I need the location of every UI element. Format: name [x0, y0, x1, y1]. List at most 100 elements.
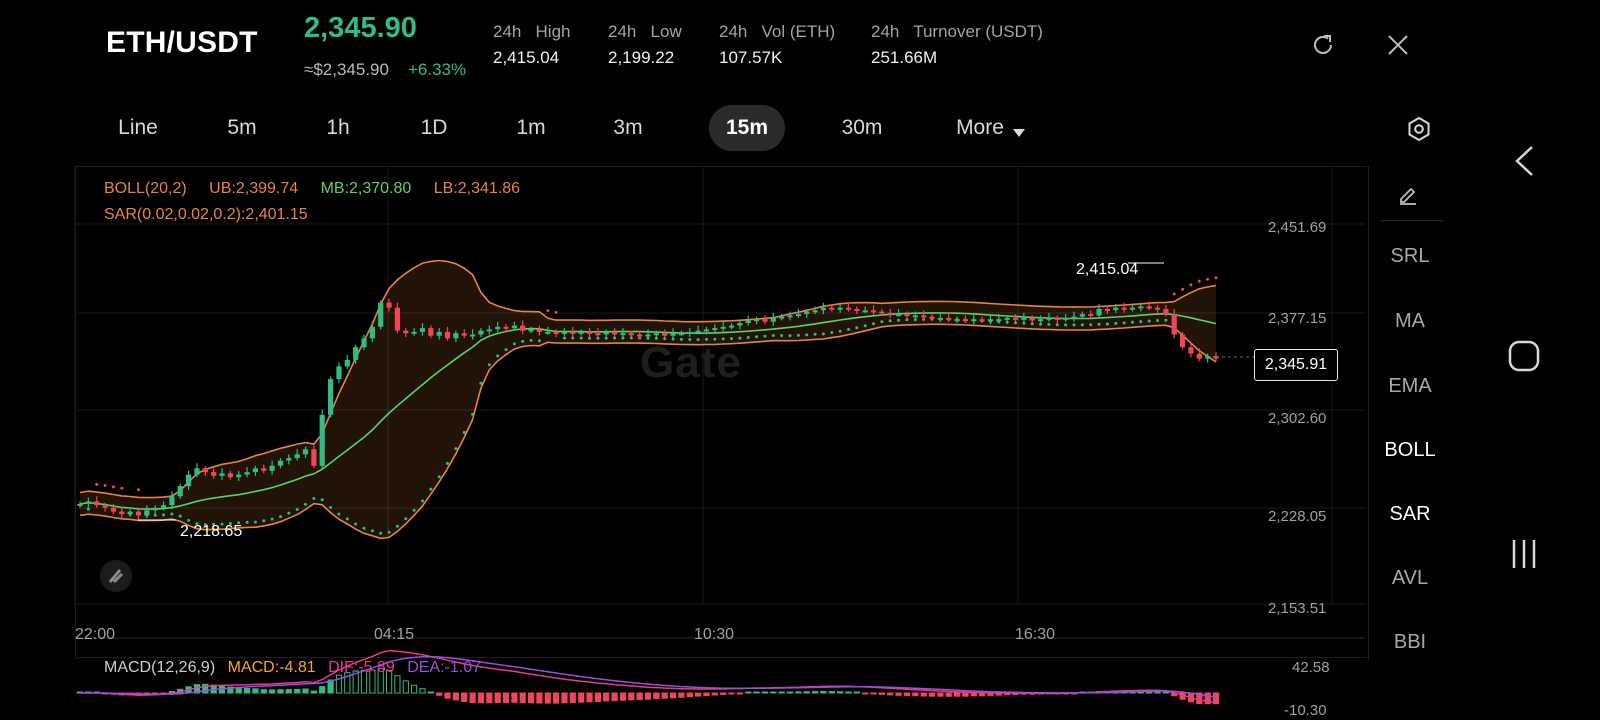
sar-dot — [479, 381, 483, 385]
candle-body — [1180, 334, 1186, 348]
sar-dot — [178, 514, 182, 518]
candle-body — [211, 472, 217, 476]
sar-dot — [153, 513, 157, 517]
macd-histogram-bar — [486, 692, 493, 704]
macd-histogram-bar — [895, 692, 902, 696]
sar-dot — [1089, 323, 1093, 327]
indicator-boll[interactable]: BOLL — [1368, 439, 1452, 462]
candle-body — [302, 449, 309, 455]
sar-dot — [880, 320, 884, 324]
macd-tick-label: 42.58 — [1292, 659, 1330, 676]
candle-body — [286, 458, 292, 461]
macd-histogram-bar — [795, 691, 802, 694]
last-price-marker[interactable]: 2,345.91 — [1254, 349, 1338, 381]
candle-body — [1096, 309, 1102, 316]
candle-body — [236, 474, 242, 478]
indicator-bbi[interactable]: BBI — [1368, 631, 1452, 654]
indicator-srl[interactable]: SRL — [1368, 245, 1452, 268]
macd-histogram-bar — [837, 691, 844, 694]
back-icon[interactable] — [1512, 144, 1536, 183]
candle-body — [169, 496, 175, 506]
x-tick-label: 04:15 — [374, 626, 415, 643]
macd-histogram-bar — [920, 692, 927, 697]
candle-body — [620, 333, 626, 336]
macd-histogram-bar — [536, 692, 543, 704]
sar-dot — [780, 334, 784, 338]
sar-dot — [763, 334, 767, 338]
macd-histogram-bar — [695, 692, 702, 697]
candle-body — [971, 319, 977, 322]
macd-histogram-bar — [661, 692, 668, 699]
edit-icon[interactable] — [1396, 182, 1420, 211]
indicator-sar[interactable]: SAR — [1368, 503, 1452, 526]
sar-dot — [1197, 279, 1201, 283]
candle-body — [127, 511, 133, 515]
candle-body — [779, 316, 785, 319]
candle-body — [1088, 314, 1094, 317]
candle-body — [1012, 317, 1019, 320]
sar-dot — [120, 486, 124, 490]
candle-body — [612, 331, 618, 335]
candle-body — [244, 472, 250, 475]
home-icon[interactable] — [1508, 340, 1540, 377]
macd-histogram-bar — [619, 692, 627, 701]
sar-dot — [1080, 323, 1084, 327]
sar-dot — [437, 475, 441, 479]
sar-dot — [262, 519, 266, 523]
macd-histogram-bar — [244, 688, 251, 694]
macd-histogram-bar — [937, 692, 944, 697]
recents-icon[interactable] — [1508, 538, 1540, 575]
candle-body — [1113, 307, 1119, 311]
macd-histogram-bar — [703, 692, 710, 696]
candle-body — [678, 333, 684, 336]
candle-body — [870, 310, 877, 313]
indicator-ema[interactable]: EMA — [1368, 375, 1452, 398]
sar-dot — [95, 482, 99, 486]
candle-body — [152, 507, 158, 511]
candle-body — [503, 326, 509, 329]
macd-histogram-bar — [319, 686, 326, 694]
sar-dot — [730, 337, 733, 341]
candle-body — [227, 473, 233, 478]
indicator-avl[interactable]: AVL — [1368, 567, 1452, 590]
sar-dot — [721, 337, 725, 341]
macd-histogram-bar — [1154, 691, 1161, 694]
candle-body — [804, 311, 810, 314]
sar-dot — [462, 430, 466, 434]
macd-histogram-bar — [803, 691, 810, 694]
legend-macd: MACD:-4.81 — [227, 659, 316, 676]
candle-body — [937, 317, 943, 320]
candle-body — [645, 334, 651, 337]
divider — [1380, 220, 1444, 221]
candle-body — [1205, 356, 1211, 359]
sar-dot — [337, 512, 341, 516]
candle-body — [135, 511, 142, 516]
candle-body — [896, 314, 902, 317]
macd-histogram-bar — [494, 692, 501, 704]
macd-histogram-bar — [1162, 691, 1170, 694]
sar-dot — [863, 324, 867, 328]
indicator-ma[interactable]: MA — [1368, 310, 1452, 333]
macd-histogram-bar — [962, 692, 969, 697]
sar-dot — [512, 342, 516, 346]
legend-macd-name: MACD(12,26,9) — [104, 659, 216, 676]
sar-dot — [1055, 323, 1059, 327]
macd-histogram-bar — [636, 692, 643, 701]
sar-dot — [329, 506, 333, 509]
candle-body — [495, 326, 501, 330]
macd-histogram-bar — [461, 692, 468, 702]
macd-histogram-bar — [653, 692, 660, 700]
candle-body — [328, 379, 334, 415]
candle-body — [820, 307, 826, 311]
sar-dot — [504, 348, 508, 352]
candlestick-chart[interactable] — [0, 0, 1600, 720]
sar-dot — [253, 520, 257, 524]
candle-body — [470, 334, 476, 337]
macd-histogram-bar — [402, 680, 409, 694]
candle-body — [177, 486, 183, 497]
drawing-toggle-icon[interactable] — [100, 560, 132, 592]
y-tick-label: 2,153.51 — [1268, 600, 1327, 617]
sar-dot — [295, 508, 299, 511]
macd-histogram-bar — [394, 675, 401, 694]
y-tick-label: 2,451.69 — [1268, 219, 1327, 236]
